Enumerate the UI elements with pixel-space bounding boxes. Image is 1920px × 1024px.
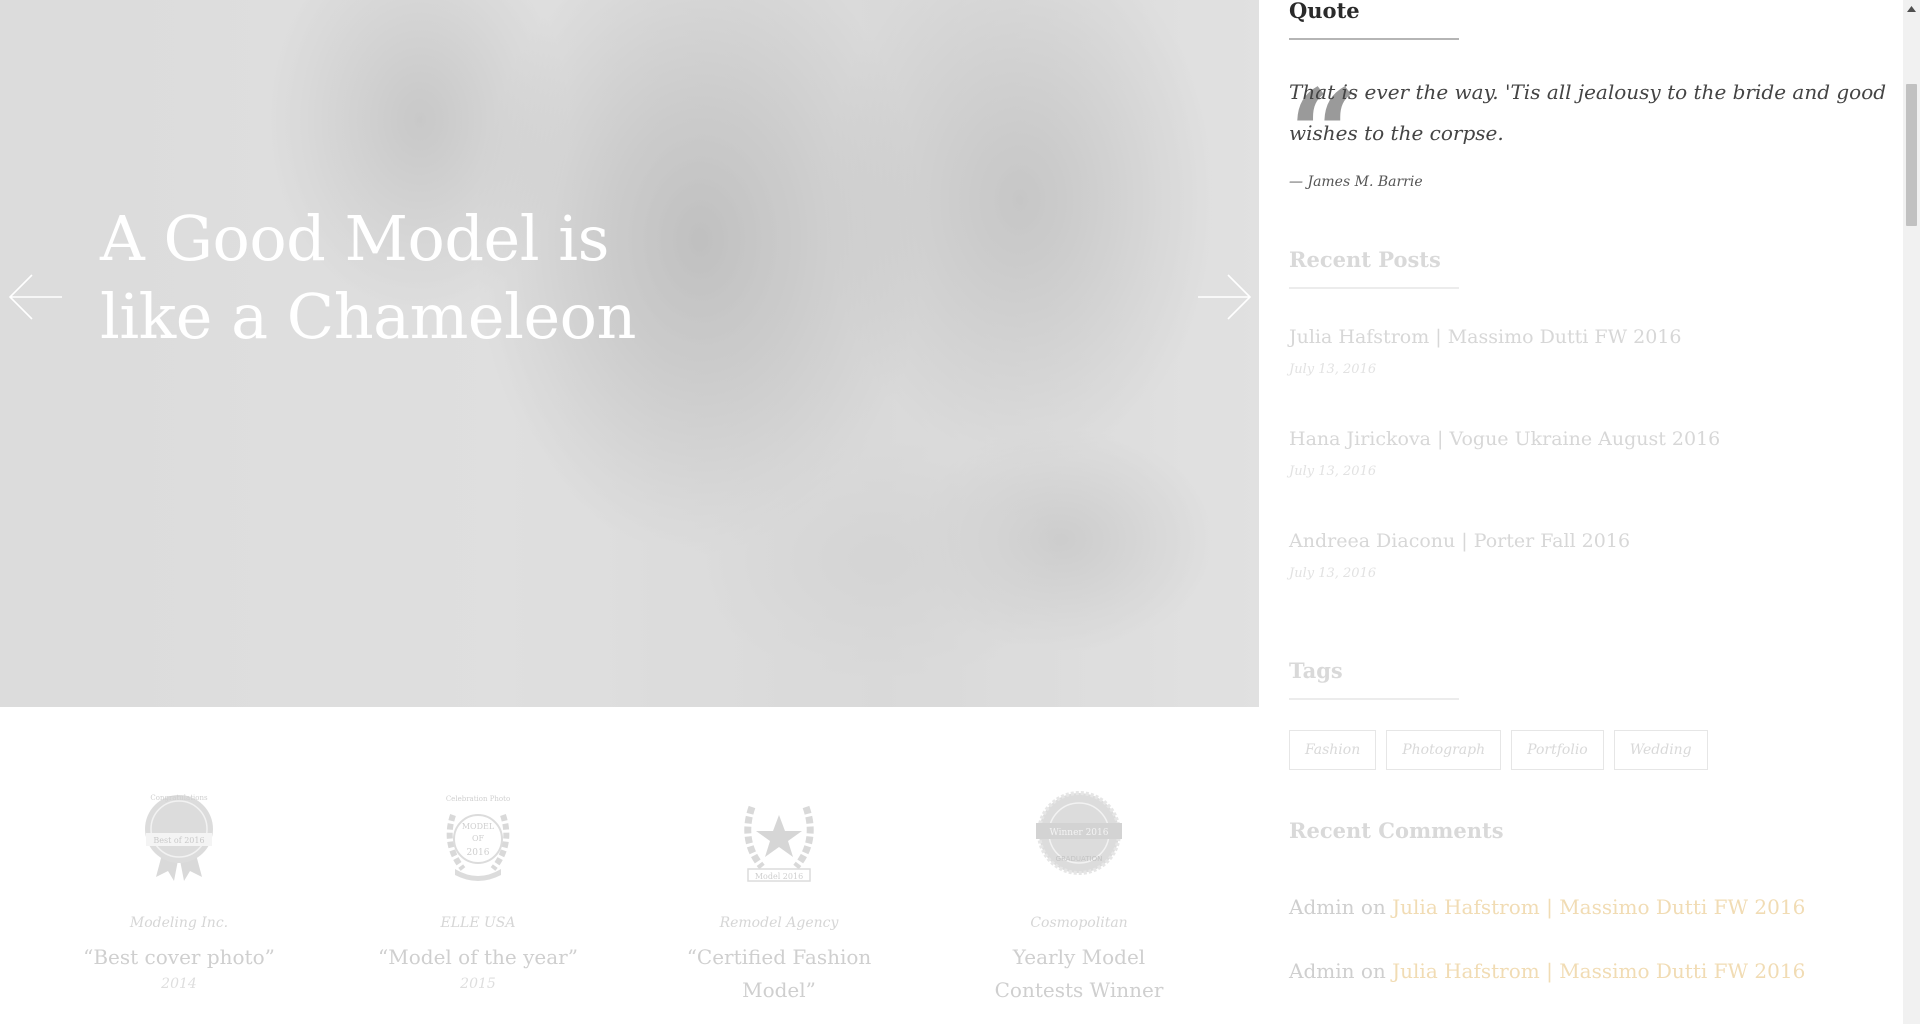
award-title: “Model of the year” xyxy=(378,945,578,969)
widget-title-divider xyxy=(1289,38,1459,40)
slider-prev-button[interactable] xyxy=(8,272,64,322)
caret-up-icon xyxy=(1907,5,1916,12)
recent-comments-title: Recent Comments xyxy=(1289,818,1504,843)
award-badge-star-icon: Model 2016 xyxy=(734,785,824,885)
scroll-up-button[interactable] xyxy=(1903,0,1920,17)
recent-post-item: Hana Jirickova | Vogue Ukraine August 20… xyxy=(1289,428,1901,479)
award-organization: Modeling Inc. xyxy=(129,915,229,931)
recent-post-date: July 13, 2016 xyxy=(1289,464,1377,479)
widget-title-divider xyxy=(1289,698,1459,700)
award-item: Celebration Photo MODEL OF 2016 ELLE USA… xyxy=(378,785,578,992)
scrollbar-thumb[interactable] xyxy=(1906,84,1917,226)
comment-author: Admin xyxy=(1289,959,1355,983)
sidebar: Quote “ That is ever the way. 'Tis all j… xyxy=(1289,0,1901,1024)
award-badge-seal-icon: Winner 2016 GRADUATION xyxy=(1034,785,1124,885)
svg-text:OF: OF xyxy=(472,834,485,843)
recent-post-link[interactable]: Andreea Diaconu | Porter Fall 2016 xyxy=(1289,530,1901,552)
svg-text:Winner 2016: Winner 2016 xyxy=(1050,828,1109,838)
tag-wedding[interactable]: Wedding xyxy=(1613,730,1708,770)
recent-comment-item: Admin on Julia Hafstrom | Massimo Dutti … xyxy=(1289,895,1805,919)
recent-post-date: July 13, 2016 xyxy=(1289,566,1377,581)
award-organization: Cosmopolitan xyxy=(1030,915,1128,931)
hero-title: A Good Model is like a Chameleon xyxy=(100,202,636,353)
award-organization: ELLE USA xyxy=(440,915,516,931)
comment-on-label: on xyxy=(1360,895,1386,919)
award-title: Yearly Model Contests Winner xyxy=(994,945,1164,1002)
award-year: 2014 xyxy=(161,976,197,992)
arrow-right-icon xyxy=(1198,274,1252,320)
award-badge-ribbon-icon: Congratulations Best of 2016 xyxy=(134,785,224,885)
svg-text:Best of 2016: Best of 2016 xyxy=(153,836,204,845)
award-title: “Best cover photo” xyxy=(83,945,275,969)
recent-post-date: July 13, 2016 xyxy=(1289,362,1377,377)
quote-widget-title: Quote xyxy=(1289,0,1360,23)
recent-comment-item: Admin on Julia Hafstrom | Massimo Dutti … xyxy=(1289,959,1805,983)
arrow-left-icon xyxy=(8,274,62,320)
awards-section: Congratulations Best of 2016 Modeling In… xyxy=(0,707,1259,1024)
svg-text:Model 2016: Model 2016 xyxy=(755,872,803,881)
tag-cloud: Fashion Photograph Portfolio Wedding xyxy=(1289,730,1708,770)
page-scrollbar[interactable] xyxy=(1903,0,1920,1024)
comment-post-link[interactable]: Julia Hafstrom | Massimo Dutti FW 2016 xyxy=(1392,895,1805,919)
comment-on-label: on xyxy=(1360,959,1386,983)
svg-text:Congratulations: Congratulations xyxy=(150,794,208,802)
comment-post-link[interactable]: Julia Hafstrom | Massimo Dutti FW 2016 xyxy=(1392,959,1805,983)
svg-text:Celebration Photo: Celebration Photo xyxy=(446,795,510,803)
svg-text:2016: 2016 xyxy=(467,848,490,858)
award-year: 2015 xyxy=(460,976,496,992)
recent-post-link[interactable]: Hana Jirickova | Vogue Ukraine August 20… xyxy=(1289,428,1901,450)
svg-text:GRADUATION: GRADUATION xyxy=(1056,855,1103,863)
widget-title-divider xyxy=(1289,287,1459,289)
quote-author: — James M. Barrie xyxy=(1289,174,1423,190)
comment-author: Admin xyxy=(1289,895,1355,919)
recent-post-item: Julia Hafstrom | Massimo Dutti FW 2016 J… xyxy=(1289,326,1901,377)
recent-post-item: Andreea Diaconu | Porter Fall 2016 July … xyxy=(1289,530,1901,581)
svg-text:MODEL: MODEL xyxy=(462,822,495,831)
tag-fashion[interactable]: Fashion xyxy=(1289,730,1377,770)
tags-title: Tags xyxy=(1289,658,1343,683)
recent-posts-title: Recent Posts xyxy=(1289,247,1441,272)
award-item: Model 2016 Remodel Agency “Certified Fas… xyxy=(679,785,879,1009)
award-item: Winner 2016 GRADUATION Cosmopolitan Year… xyxy=(979,785,1179,1009)
award-title: “Certified Fashion Model” xyxy=(686,945,872,1002)
slider-next-button[interactable] xyxy=(1196,272,1252,322)
award-badge-laurel-icon: Celebration Photo MODEL OF 2016 xyxy=(433,785,523,885)
tag-portfolio[interactable]: Portfolio xyxy=(1511,730,1604,770)
recent-post-link[interactable]: Julia Hafstrom | Massimo Dutti FW 2016 xyxy=(1289,326,1901,348)
award-organization: Remodel Agency xyxy=(719,915,839,931)
tag-photograph[interactable]: Photograph xyxy=(1386,730,1502,770)
quote-text: That is ever the way. 'Tis all jealousy … xyxy=(1289,80,1887,145)
award-item: Congratulations Best of 2016 Modeling In… xyxy=(79,785,279,992)
hero-slider: A Good Model is like a Chameleon xyxy=(0,0,1259,707)
